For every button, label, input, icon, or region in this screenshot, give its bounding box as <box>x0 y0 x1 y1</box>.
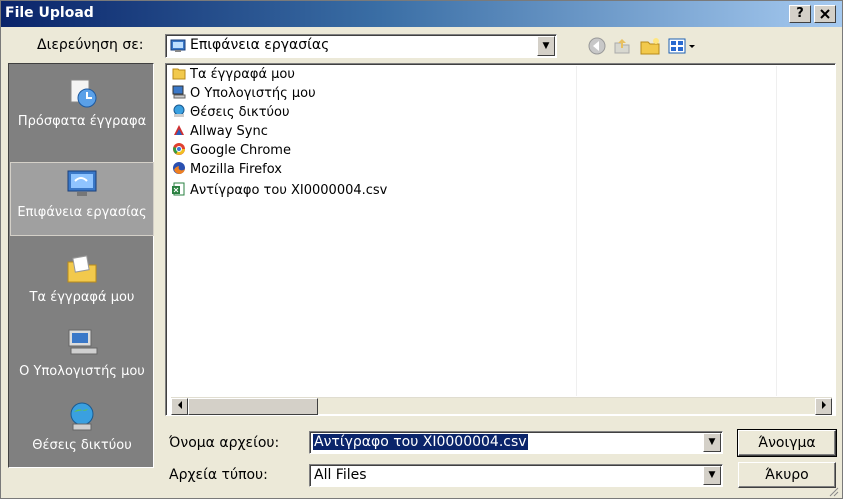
file-list[interactable]: Τα έγγραφά μου Ο Υπολογιστής μου Θέσεις … <box>165 63 836 416</box>
place-recent-documents[interactable]: Πρόσφατα έγγραφα <box>10 72 154 152</box>
list-item[interactable]: Αντίγραφο του XI0000004.csv <box>172 182 387 200</box>
scroll-left-button[interactable] <box>171 398 188 415</box>
column-separator <box>576 66 577 396</box>
allway-sync-icon <box>174 125 184 135</box>
file-upload-dialog: File Upload ? Διερεύνηση σε: Επιφάνεια ε… <box>0 0 843 499</box>
file-name: Αντίγραφο του XI0000004.csv <box>190 183 388 198</box>
up-folder-icon[interactable] <box>611 35 633 57</box>
desktop-icon <box>170 39 186 52</box>
filetype-dropdown[interactable]: All Files ▼ <box>309 464 723 487</box>
chrome-icon <box>173 143 185 155</box>
new-folder-icon[interactable] <box>639 35 661 57</box>
computer-icon <box>172 85 186 99</box>
file-name: Τα έγγραφά μου <box>190 67 295 82</box>
file-name: Google Chrome <box>190 143 291 158</box>
place-network-places[interactable]: Θέσεις δικτύου <box>10 396 154 466</box>
list-item[interactable]: Ο Υπολογιστής μου <box>172 85 316 103</box>
list-item[interactable]: Google Chrome <box>172 142 291 160</box>
title-bar[interactable]: File Upload ? <box>1 1 842 27</box>
filetype-value: All Files <box>314 467 367 483</box>
filename-value: Αντίγραφο του XI0000004.csv <box>313 434 528 450</box>
look-in-label: Διερεύνηση σε: <box>37 37 144 53</box>
filename-dropdown-arrow[interactable]: ▼ <box>703 433 721 452</box>
csv-file-icon <box>172 182 185 196</box>
filetype-dropdown-arrow[interactable]: ▼ <box>703 466 721 485</box>
place-desktop[interactable]: Επιφάνεια εργασίας <box>10 162 154 236</box>
window-title: File Upload <box>5 5 94 21</box>
look-in-value: Επιφάνεια εργασίας <box>190 37 330 53</box>
back-icon[interactable] <box>586 35 608 57</box>
my-computer-icon <box>68 329 98 355</box>
list-item[interactable]: Θέσεις δικτύου <box>172 104 290 122</box>
list-item[interactable]: Mozilla Firefox <box>172 161 282 179</box>
network-icon <box>173 104 185 117</box>
arrow-right-icon <box>821 401 826 409</box>
network-places-icon <box>70 402 94 431</box>
filename-input[interactable]: Αντίγραφο του XI0000004.csv ▼ <box>309 431 723 454</box>
arrow-left-icon <box>177 401 182 409</box>
filename-label: Όνομα αρχείου: <box>169 435 280 451</box>
filetype-label: Αρχεία τύπου: <box>169 467 268 483</box>
firefox-icon <box>173 162 185 174</box>
recent-documents-icon <box>70 79 97 108</box>
place-label: Ο Υπολογιστής μου <box>19 364 145 379</box>
look-in-dropdown[interactable]: Επιφάνεια εργασίας ▼ <box>165 34 557 58</box>
view-menu-icon[interactable] <box>667 35 701 57</box>
file-name: Allway Sync <box>190 124 268 139</box>
place-my-documents[interactable]: Τα έγγραφά μου <box>10 248 154 322</box>
folder-icon <box>172 68 186 80</box>
places-bar: Πρόσφατα έγγραφα Επιφάνεια εργασίας Τα έ… <box>8 63 154 468</box>
file-name: Mozilla Firefox <box>190 162 282 177</box>
place-my-computer[interactable]: Ο Υπολογιστής μου <box>10 322 154 396</box>
file-name: Θέσεις δικτύου <box>190 105 290 120</box>
list-item[interactable]: Τα έγγραφά μου <box>172 66 295 84</box>
my-documents-icon <box>67 255 97 283</box>
close-button[interactable] <box>814 5 836 23</box>
place-label: Πρόσφατα έγγραφα <box>17 114 147 129</box>
horizontal-scrollbar[interactable] <box>171 397 832 415</box>
scroll-thumb[interactable] <box>188 398 318 415</box>
desktop-icon <box>67 170 97 196</box>
help-button[interactable]: ? <box>789 5 811 23</box>
place-label: Τα έγγραφά μου <box>29 290 135 305</box>
resize-grip-icon[interactable] <box>827 485 839 497</box>
open-button[interactable]: Άνοιγμα <box>737 429 837 457</box>
place-label: Θέσεις δικτύου <box>32 438 132 453</box>
scroll-right-button[interactable] <box>815 398 832 415</box>
list-item[interactable]: Allway Sync <box>172 123 268 141</box>
place-label: Επιφάνεια εργασίας <box>17 205 147 220</box>
column-separator <box>776 66 777 396</box>
look-in-arrow[interactable]: ▼ <box>537 36 555 56</box>
close-icon <box>820 9 830 19</box>
file-name: Ο Υπολογιστής μου <box>190 86 316 101</box>
cancel-button[interactable]: Άκυρο <box>738 462 836 488</box>
